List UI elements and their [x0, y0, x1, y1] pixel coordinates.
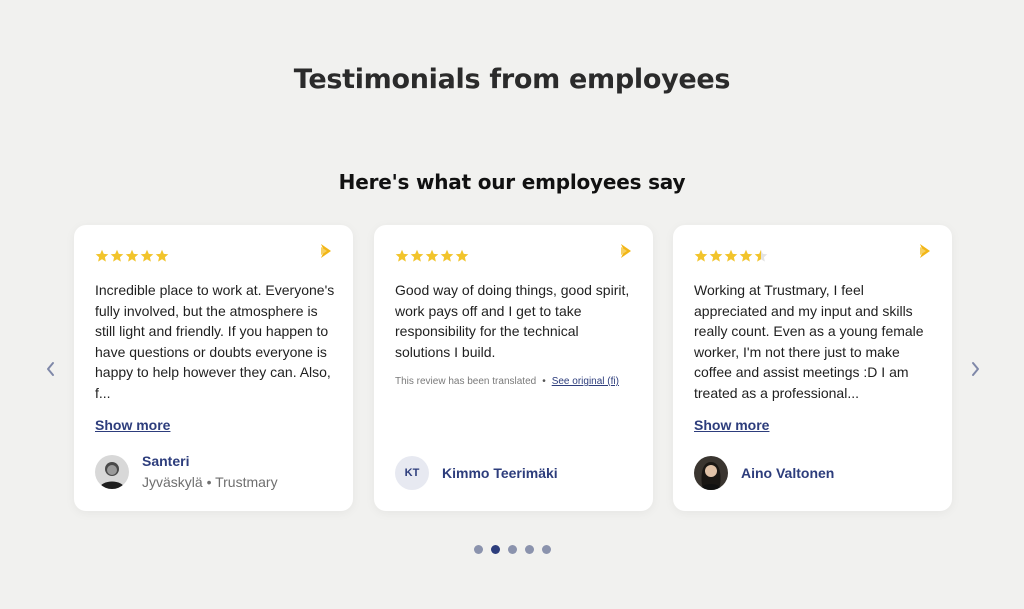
trustmary-logo-icon: [321, 244, 331, 258]
star-filled-icon: [95, 249, 109, 262]
review-author: KT Kimmo Teerimäki: [395, 456, 558, 490]
star-half-icon: [754, 249, 768, 262]
testimonial-card: Working at Trustmary, I feel appreciated…: [673, 225, 952, 511]
pagination-dot[interactable]: [542, 545, 551, 554]
star-filled-icon: [709, 249, 723, 262]
show-more-link[interactable]: Show more: [95, 417, 170, 433]
page-title: Testimonials from employees: [293, 64, 731, 95]
pagination-dot[interactable]: [525, 545, 534, 554]
star-filled-icon: [694, 249, 708, 262]
avatar: [694, 456, 728, 490]
rating-stars: [95, 249, 169, 263]
testimonial-card: Good way of doing things, good spirit, w…: [374, 225, 653, 511]
show-more-link[interactable]: Show more: [694, 417, 769, 433]
trustmary-logo-icon: [920, 244, 930, 258]
chevron-left-icon[interactable]: [44, 361, 58, 377]
review-text: Incredible place to work at. Everyone's …: [95, 282, 335, 401]
star-filled-icon: [440, 249, 454, 262]
author-name: Kimmo Teerimäki: [442, 465, 558, 481]
author-name: Aino Valtonen: [741, 465, 835, 481]
translated-label: This review has been translated: [395, 376, 537, 387]
carousel-pagination: [474, 545, 551, 554]
avatar: KT: [395, 456, 429, 490]
author-name: Santeri: [142, 453, 190, 469]
rating-stars: [694, 249, 768, 263]
author-meta: Jyväskylä • Trustmary: [142, 474, 278, 490]
trustmary-logo-icon: [621, 244, 631, 258]
star-filled-icon: [739, 249, 753, 262]
star-filled-icon: [425, 249, 439, 262]
avatar: [95, 454, 129, 489]
chevron-right-icon[interactable]: [968, 361, 982, 377]
star-filled-icon: [140, 249, 154, 262]
star-filled-icon: [455, 249, 469, 262]
review-author: Santeri Jyväskylä • Trustmary: [95, 453, 278, 490]
review-text: Good way of doing things, good spirit, w…: [395, 282, 630, 360]
star-filled-icon: [395, 249, 409, 262]
pagination-dot[interactable]: [491, 545, 500, 554]
review-text: Working at Trustmary, I feel appreciated…: [694, 282, 924, 401]
star-filled-icon: [125, 249, 139, 262]
pagination-dot[interactable]: [474, 545, 483, 554]
star-filled-icon: [155, 249, 169, 262]
star-filled-icon: [724, 249, 738, 262]
review-author: Aino Valtonen: [694, 456, 834, 490]
section-title: Here's what our employees say: [338, 170, 686, 194]
separator: •: [542, 376, 546, 387]
testimonial-card: Incredible place to work at. Everyone's …: [74, 225, 353, 511]
translation-note: This review has been translated • See orig…: [395, 376, 619, 387]
pagination-dot[interactable]: [508, 545, 517, 554]
rating-stars: [395, 249, 469, 263]
star-filled-icon: [110, 249, 124, 262]
see-original-link[interactable]: See original (fi): [552, 376, 619, 387]
star-filled-icon: [410, 249, 424, 262]
